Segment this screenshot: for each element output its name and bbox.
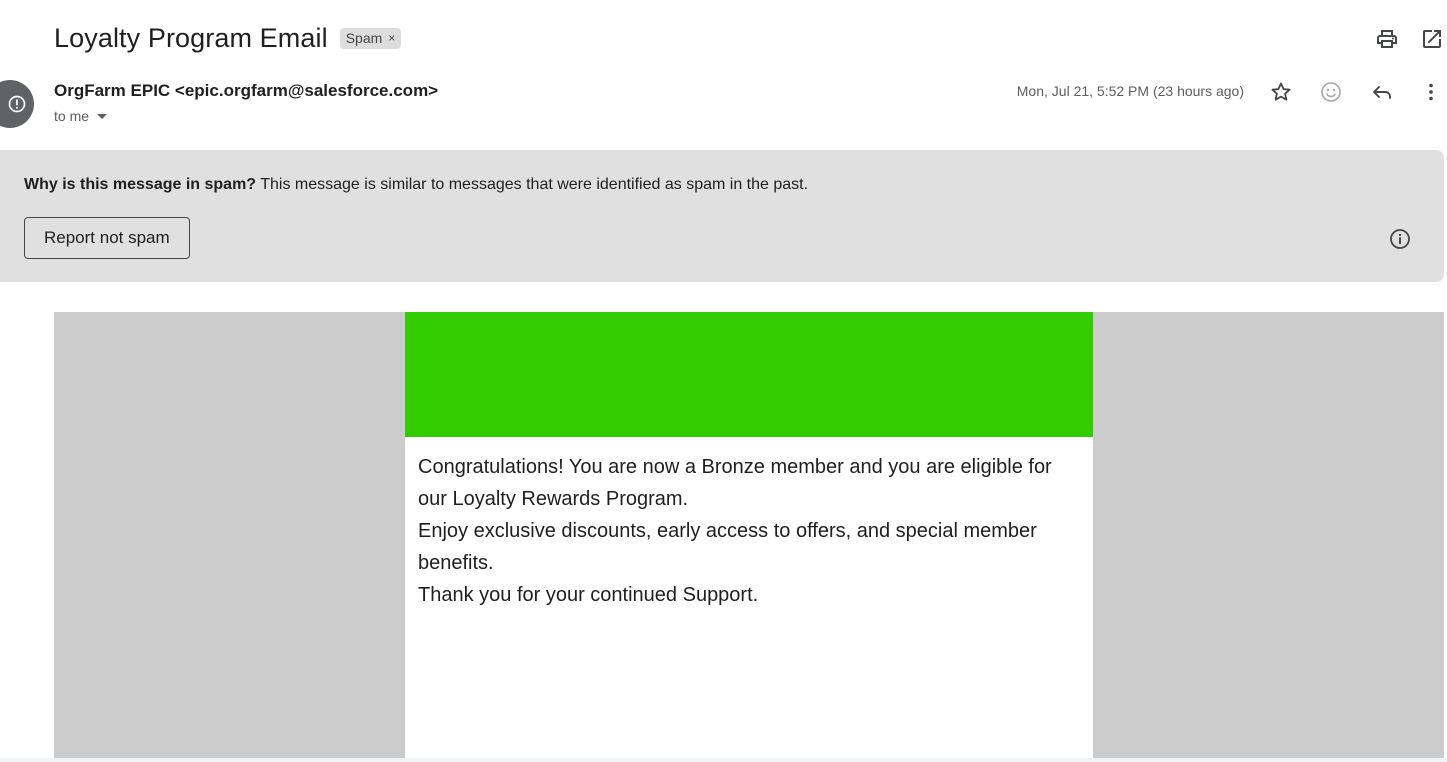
recipient-details-toggle[interactable]: to me <box>54 108 108 124</box>
star-icon[interactable] <box>1269 80 1293 104</box>
spam-question: Why is this message in spam? <box>24 176 257 193</box>
sender-name[interactable]: OrgFarm EPIC <epic.orgfarm@salesforce.co… <box>54 81 438 101</box>
more-options-icon[interactable] <box>1419 80 1443 104</box>
divider <box>0 758 1447 762</box>
chevron-down-icon <box>97 113 108 119</box>
remove-label-icon[interactable]: × <box>388 31 395 45</box>
message-line-2: Enjoy exclusive discounts, early access … <box>418 520 1037 574</box>
sender-avatar[interactable] <box>0 80 34 128</box>
subject-row: Loyalty Program Email Spam × <box>54 20 402 56</box>
email-content-card: Congratulations! You are now a Bronze me… <box>405 312 1093 758</box>
email-header-banner <box>405 312 1093 437</box>
email-subject: Loyalty Program Email <box>54 22 328 53</box>
recipient-text: to me <box>54 108 90 124</box>
reply-icon[interactable] <box>1370 80 1394 104</box>
message-line-1: Congratulations! You are now a Bronze me… <box>418 456 1052 510</box>
open-in-new-window-icon[interactable] <box>1420 27 1444 51</box>
spam-explanation: This message is similar to messages that… <box>256 176 809 193</box>
email-body: Congratulations! You are now a Bronze me… <box>54 312 1444 758</box>
spam-reason: Why is this message in spam? This messag… <box>24 176 808 194</box>
email-message: Congratulations! You are now a Bronze me… <box>405 437 1093 611</box>
email-view: Loyalty Program Email Spam × OrgFarm EPI… <box>0 0 1447 762</box>
message-line-3: Thank you for your continued Support. <box>418 584 759 606</box>
spam-label-chip[interactable]: Spam × <box>339 27 402 49</box>
report-not-spam-button[interactable]: Report not spam <box>24 217 190 259</box>
emoji-reaction-icon[interactable] <box>1319 80 1343 104</box>
email-date: Mon, Jul 21, 5:52 PM (23 hours ago) <box>1016 83 1244 99</box>
spam-label-text: Spam <box>345 29 383 46</box>
info-icon[interactable] <box>1388 227 1412 251</box>
warning-icon <box>8 95 26 113</box>
print-icon[interactable] <box>1375 27 1399 51</box>
spam-warning-banner: Why is this message in spam? This messag… <box>0 150 1444 282</box>
